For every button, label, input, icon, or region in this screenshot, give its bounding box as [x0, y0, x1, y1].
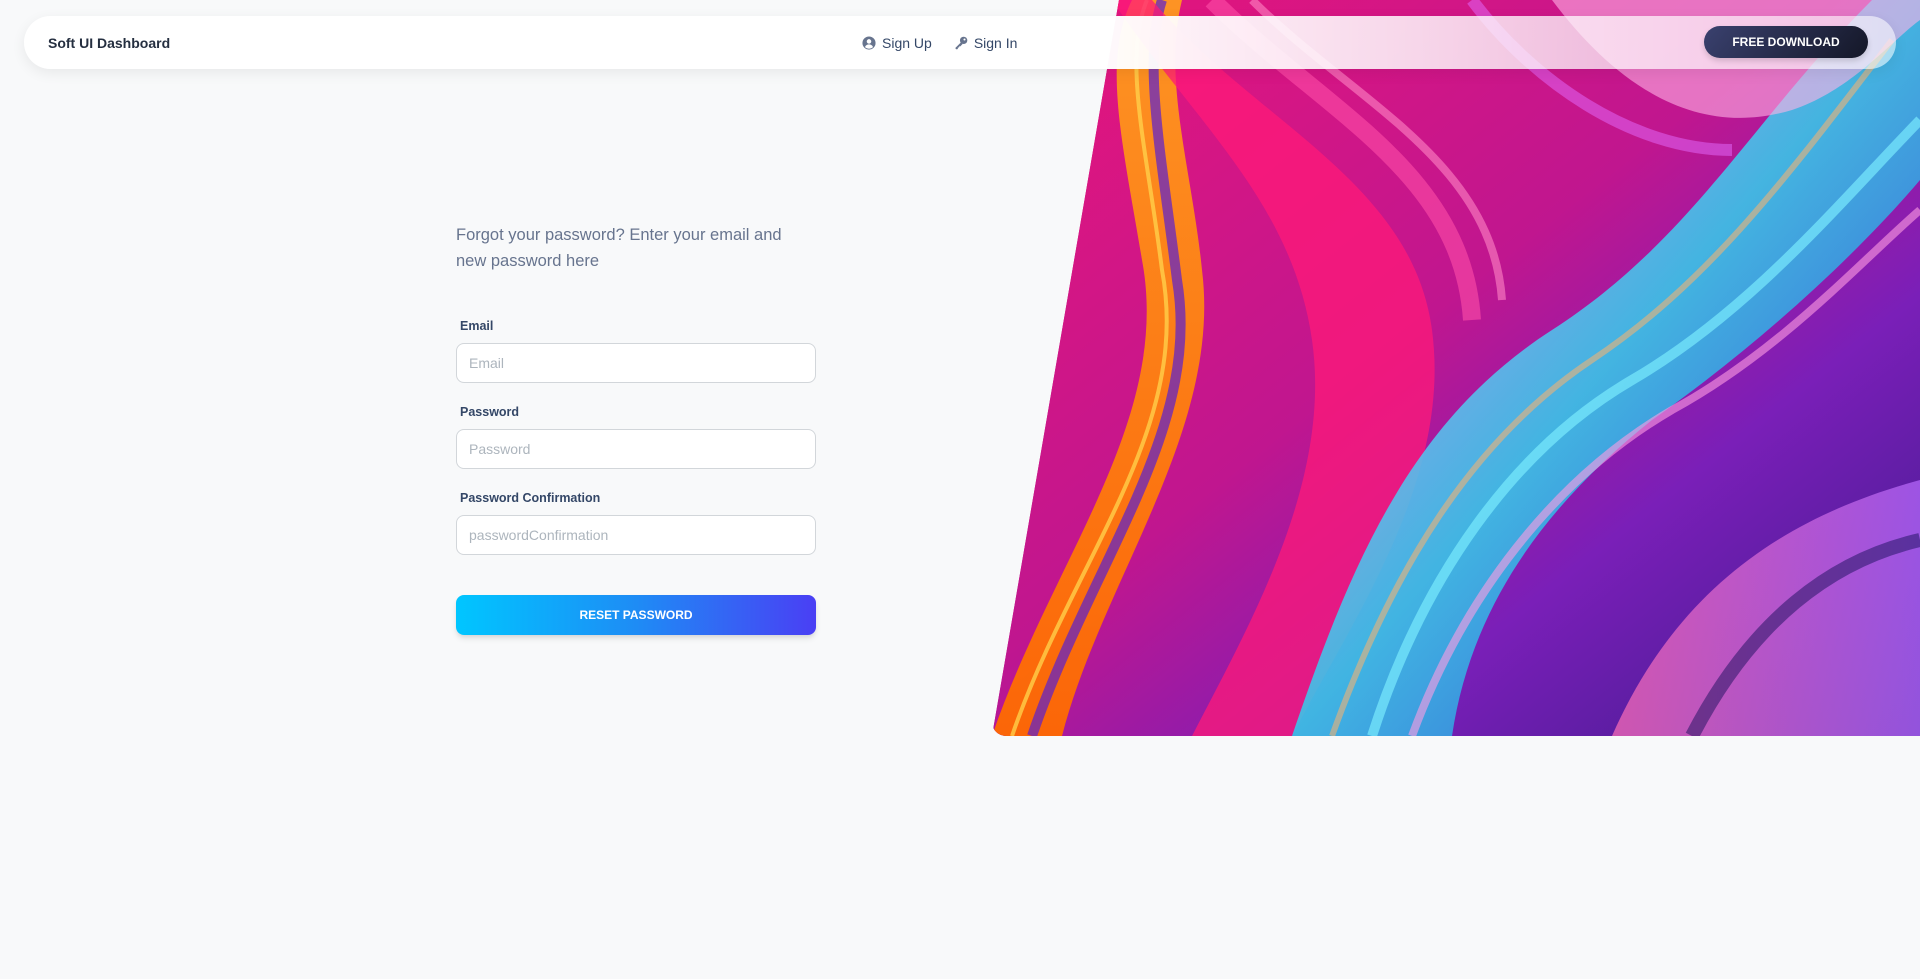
top-navbar: Soft UI Dashboard Sign Up Sign In FREE D…: [24, 16, 1896, 69]
free-download-button[interactable]: FREE DOWNLOAD: [1704, 26, 1868, 58]
nav-link-label: Sign In: [973, 34, 1018, 51]
email-field[interactable]: [456, 343, 816, 383]
reset-password-form: Forgot your password? Enter your email a…: [456, 222, 816, 635]
password-confirmation-field[interactable]: [456, 515, 816, 555]
brand-link[interactable]: Soft UI Dashboard: [48, 16, 170, 69]
password-label: Password: [460, 405, 520, 419]
email-group: Email: [456, 319, 816, 383]
key-icon: [954, 36, 968, 50]
user-circle-icon: [862, 35, 876, 50]
nav-link-sign-up[interactable]: Sign Up: [862, 35, 932, 51]
nav-link-sign-in[interactable]: Sign In: [954, 34, 1018, 51]
password-field[interactable]: [456, 429, 816, 469]
password-confirmation-group: Password Confirmation: [456, 491, 816, 555]
reset-password-button[interactable]: RESET PASSWORD: [456, 595, 816, 635]
nav-links: Sign Up Sign In: [862, 16, 1017, 69]
nav-link-label: Sign Up: [882, 34, 932, 51]
form-intro-text: Forgot your password? Enter your email a…: [456, 226, 782, 270]
password-group: Password: [456, 405, 816, 469]
password-confirmation-label: Password Confirmation: [460, 491, 601, 505]
email-label: Email: [460, 319, 494, 333]
decorative-wave-image: [992, 0, 1920, 736]
